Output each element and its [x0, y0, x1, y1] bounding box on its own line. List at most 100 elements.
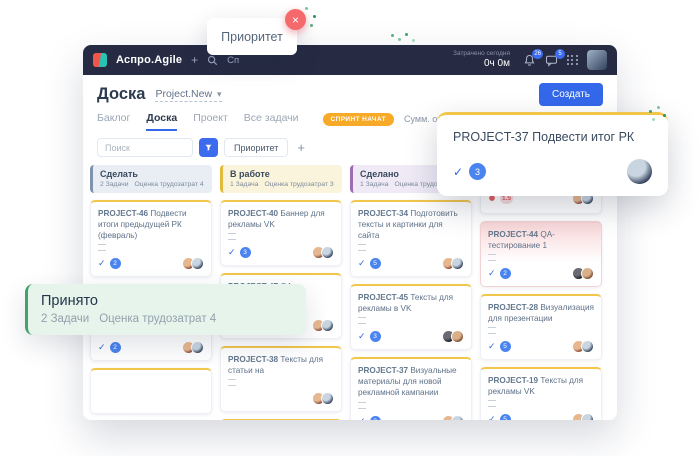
avatar: [191, 341, 204, 354]
check-icon: ✓: [488, 342, 496, 351]
avatar: [627, 159, 652, 184]
column-tasks-count: 1 Задача: [360, 181, 388, 188]
time-tracker-value: 0ч 0м: [453, 58, 510, 70]
column-tasks-count: 1 Задача: [230, 181, 258, 188]
tabs-container: Баклог Доска Проект Все задачи: [97, 112, 315, 131]
search-input[interactable]: [97, 138, 193, 157]
avatar: [191, 257, 204, 270]
avatar: [321, 246, 334, 259]
task-title: PROJECT-45 Тексты для рекламы в VK: [358, 292, 464, 314]
task-card[interactable]: PROJECT-19 Тексты для рекламы VK✓5: [480, 367, 602, 420]
task-title: PROJECT-37 Визуальные материалы для ново…: [358, 365, 464, 398]
description-icon: [98, 244, 106, 251]
task-detail-popup[interactable]: PROJECT-37 Подвести итог РК ✓ 3: [437, 112, 668, 196]
task-card-footer: ✓2: [98, 257, 204, 270]
task-card[interactable]: [90, 368, 212, 414]
task-id: PROJECT-46: [98, 209, 148, 218]
project-selector[interactable]: Project.New ▾: [155, 88, 221, 102]
task-title: PROJECT-46 Подвести итоги предыдущей РК …: [98, 208, 204, 241]
check-icon: ✓: [358, 332, 366, 341]
column-estimate-label: Оценка трудозатрат 4: [135, 181, 204, 188]
description-icon: [358, 244, 366, 251]
tab-item[interactable]: Баклог: [97, 112, 130, 131]
estimate-badge: 5: [370, 258, 381, 269]
task-card[interactable]: PROJECT-34 Подготовить тексты и картинки…: [350, 200, 472, 277]
task-card[interactable]: PROJECT-46 Подвести итоги предыдущей РК …: [90, 200, 212, 277]
estimate-badge: 3: [240, 247, 251, 258]
column-meta: 1 Задача Оценка трудозатрат 3: [230, 181, 335, 188]
description-icon: [228, 233, 236, 240]
avatar: [581, 340, 594, 353]
estimate-badge: 2: [110, 342, 121, 353]
task-card[interactable]: теории✓3: [220, 419, 342, 420]
avatar: [581, 413, 594, 420]
estimate-badge: 2: [500, 268, 511, 279]
apps-grid-icon[interactable]: [567, 55, 578, 66]
tab-item[interactable]: Проект: [193, 112, 228, 131]
task-id: PROJECT-40: [228, 209, 278, 218]
task-card-footer: ✓3: [358, 330, 464, 343]
estimate-badge: 5: [500, 341, 511, 352]
task-id: PROJECT-34: [358, 209, 408, 218]
task-card-footer: ✓3: [358, 415, 464, 421]
description-icon: [358, 402, 366, 409]
task-id: PROJECT-38: [228, 355, 278, 364]
app-logo-icon: [93, 53, 107, 67]
task-card-footer: ✓3: [228, 246, 334, 259]
check-icon: ✓: [358, 259, 366, 268]
task-card[interactable]: PROJECT-37 Визуальные материалы для ново…: [350, 357, 472, 420]
messages-button[interactable]: 5: [545, 54, 558, 67]
board-column: Сделано1 ЗадачаОценка трудозатратPROJECT…: [350, 165, 472, 420]
add-icon[interactable]: +: [191, 54, 198, 66]
top-navigation-bar: Аспро.Agile + Сп Затрачено сегодня 0ч 0м…: [83, 45, 617, 75]
task-id: PROJECT-37: [358, 366, 408, 375]
check-icon: ✓: [453, 166, 463, 178]
notifications-count-badge: 26: [532, 49, 543, 59]
task-card[interactable]: PROJECT-45 Тексты для рекламы в VK ✓3: [350, 284, 472, 350]
task-card-footer: ✓2: [98, 341, 204, 354]
topbar-menu-partial[interactable]: Сп: [227, 55, 239, 66]
check-icon: ✓: [98, 259, 106, 268]
check-icon: ✓: [98, 343, 106, 352]
task-card[interactable]: PROJECT-28 Визуализация для презентации✓…: [480, 294, 602, 360]
create-button[interactable]: Создать: [539, 83, 603, 106]
column-estimate-label: Оценка трудозатрат 3: [264, 181, 333, 188]
estimate-badge: 3: [469, 163, 486, 180]
column-tasks-count: 2 Задачи: [100, 181, 129, 188]
priority-filter-chip[interactable]: Приоритет: [224, 138, 288, 157]
accepted-column-panel: Принято 2 Задачи Оценка трудозатрат 4: [25, 284, 306, 335]
sparkle-decoration: [646, 106, 649, 109]
check-icon: ✓: [358, 417, 366, 421]
avatar: [321, 392, 334, 405]
description-icon: [488, 400, 496, 407]
task-card-footer: ✓2: [488, 267, 594, 280]
description-icon: [358, 317, 366, 324]
task-card[interactable]: PROJECT-44 QA-тестирование 1✓2: [480, 221, 602, 287]
filter-button[interactable]: [199, 138, 218, 157]
column-name: В работе: [230, 169, 335, 179]
task-card-footer: ✓5: [488, 340, 594, 353]
task-card[interactable]: PROJECT-40 Баннер для рекламы VK✓3: [220, 200, 342, 266]
add-filter-button[interactable]: +: [294, 140, 308, 155]
search-icon[interactable]: [207, 55, 218, 66]
tab-item[interactable]: Все задачи: [244, 112, 299, 131]
task-title: PROJECT-34 Подготовить тексты и картинки…: [358, 208, 464, 241]
screenshot-stage: Аспро.Agile + Сп Затрачено сегодня 0ч 0м…: [0, 0, 700, 456]
column-header: В работе 1 Задача Оценка трудозатрат 3: [220, 165, 342, 193]
description-icon: [228, 379, 236, 386]
estimate-badge: 2: [110, 258, 121, 269]
description-icon: [488, 254, 496, 261]
accepted-tasks-count: 2 Задачи: [41, 313, 89, 325]
task-id: PROJECT-45: [358, 293, 408, 302]
app-name: Аспро.Agile: [116, 54, 182, 66]
user-avatar[interactable]: [587, 50, 607, 70]
time-tracker: Затрачено сегодня 0ч 0м: [453, 50, 510, 69]
tab-item[interactable]: Доска: [146, 112, 177, 131]
avatar: [451, 257, 464, 270]
avatar: [451, 330, 464, 343]
task-title: PROJECT-19 Тексты для рекламы VK: [488, 375, 594, 397]
close-icon[interactable]: ×: [285, 9, 306, 30]
notifications-button[interactable]: 26: [523, 54, 536, 67]
estimate-badge: 5: [500, 414, 511, 420]
task-card[interactable]: PROJECT-38 Тексты для статьи на: [220, 346, 342, 412]
